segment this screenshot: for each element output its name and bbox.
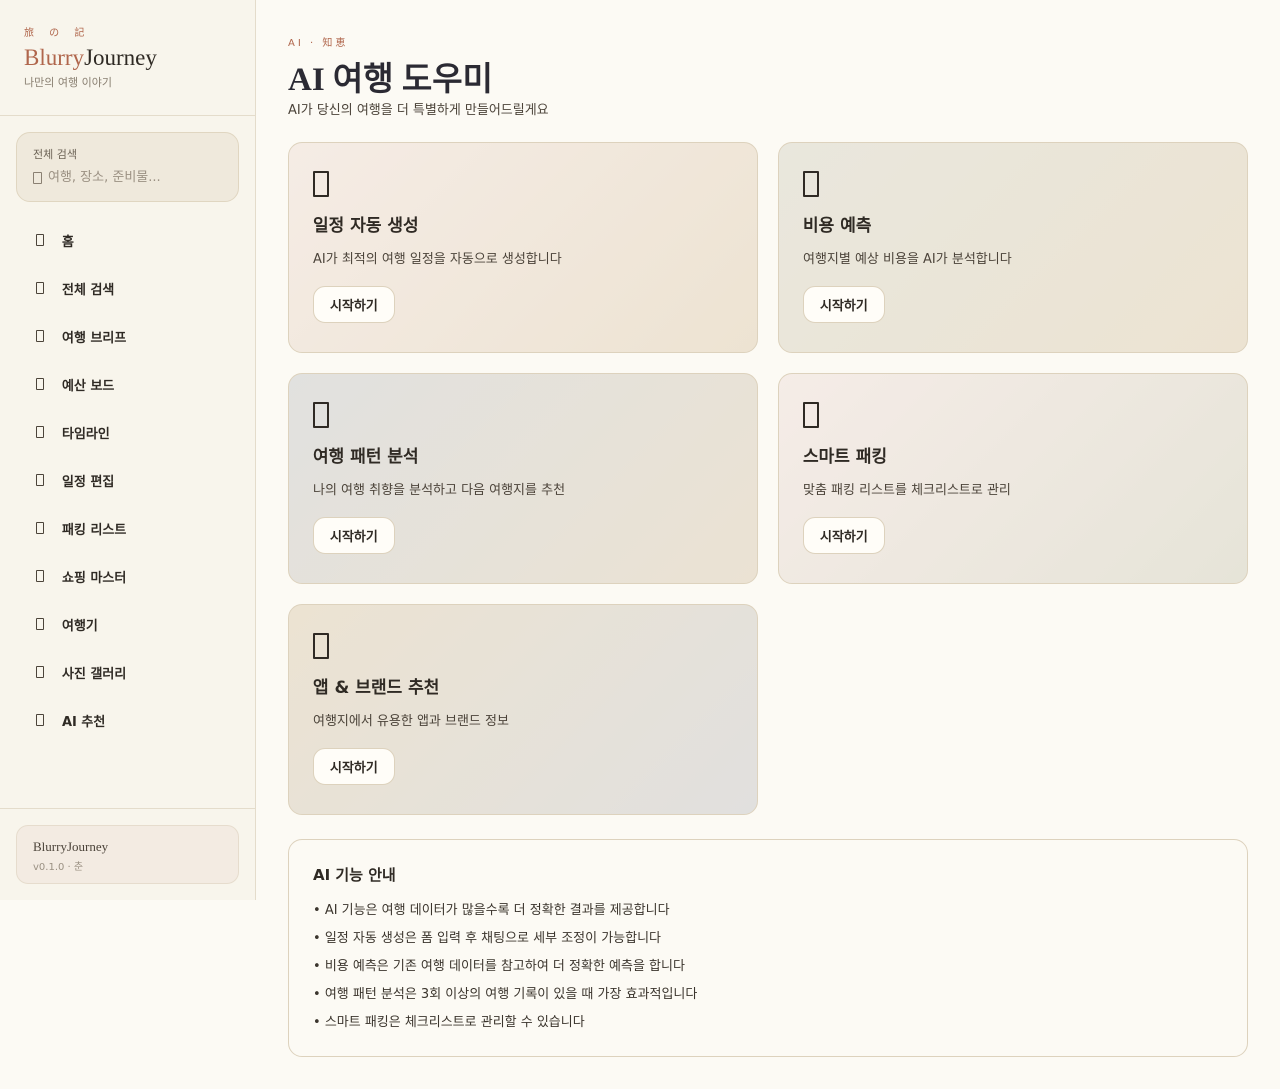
- feature-card-packing: 스마트 패킹 맞춤 패킹 리스트를 체크리스트로 관리 시작하기: [778, 373, 1248, 584]
- sidebar-item-label: 사진 갤러리: [62, 666, 127, 682]
- feature-card-apps: 앱 & 브랜드 추천 여행지에서 유용한 앱과 브랜드 정보 시작하기: [288, 604, 758, 815]
- brand-name-accent: Blurry: [24, 45, 85, 70]
- brand-logo[interactable]: BlurryJourney: [24, 45, 157, 71]
- gallery-icon: [36, 666, 44, 678]
- ai-guide-panel: AI 기능 안내 AI 기능은 여행 데이터가 많을수록 더 정확한 결과를 제…: [288, 839, 1248, 1057]
- list-item: AI 기능은 여행 데이터가 많을수록 더 정확한 결과를 제공합니다: [313, 897, 1223, 925]
- start-button[interactable]: 시작하기: [313, 286, 395, 323]
- list-item: 일정 자동 생성은 폼 입력 후 채팅으로 세부 조정이 가능합니다: [313, 925, 1223, 953]
- sidebar-search: 전체 검색: [16, 132, 239, 202]
- guide-list: AI 기능은 여행 데이터가 많을수록 더 정확한 결과를 제공합니다 일정 자…: [313, 897, 1223, 1037]
- journal-icon: [36, 618, 44, 630]
- sidebar-item-packing[interactable]: 패킹 리스트: [16, 504, 239, 552]
- chart-icon: [313, 402, 329, 428]
- card-title: 앱 & 브랜드 추천: [313, 678, 440, 698]
- card-title: 비용 예측: [803, 216, 872, 236]
- sidebar-item-brief[interactable]: 여행 브리프: [16, 312, 239, 360]
- search-input[interactable]: [48, 170, 218, 185]
- sidebar-item-budget[interactable]: 예산 보드: [16, 360, 239, 408]
- calendar-icon: [313, 171, 329, 197]
- sidebar-item-label: 패킹 리스트: [62, 522, 127, 538]
- card-title: 스마트 패킹: [803, 447, 888, 467]
- start-button[interactable]: 시작하기: [803, 286, 885, 323]
- sidebar-item-search[interactable]: 전체 검색: [16, 264, 239, 312]
- brand-kicker: 旅 の 記: [24, 28, 91, 39]
- card-title: 여행 패턴 분석: [313, 447, 419, 467]
- search-row: [33, 170, 222, 185]
- sidebar-item-timeline[interactable]: 타임라인: [16, 408, 239, 456]
- card-description: 나의 여행 취향을 분석하고 다음 여행지를 추천: [313, 483, 566, 498]
- search-icon: [33, 171, 42, 184]
- sidebar-item-label: 여행 브리프: [62, 330, 127, 346]
- sidebar-divider: [0, 115, 255, 116]
- page-kicker: AI · 知恵: [288, 38, 349, 49]
- sidebar-item-label: 전체 검색: [62, 282, 115, 298]
- sidebar-item-label: 홈: [62, 234, 74, 250]
- sidebar-item-shopping[interactable]: 쇼핑 마스터: [16, 552, 239, 600]
- brief-icon: [36, 330, 44, 342]
- card-title: 일정 자동 생성: [313, 216, 419, 236]
- packing-icon: [36, 522, 44, 534]
- sidebar-item-label: 일정 편집: [62, 474, 115, 490]
- card-description: 맞춤 패킹 리스트를 체크리스트로 관리: [803, 483, 1011, 498]
- sidebar-nav: 홈 전체 검색 여행 브리프 예산 보드 타임라인 일정 편집 패킹 리스트 쇼…: [16, 216, 239, 744]
- search-label: 전체 검색: [33, 148, 77, 161]
- version-app-name: BlurryJourney: [33, 839, 109, 854]
- start-button[interactable]: 시작하기: [313, 517, 395, 554]
- version-text: v0.1.0 · 춘: [33, 862, 84, 873]
- sidebar-item-label: 쇼핑 마스터: [62, 570, 127, 586]
- ai-icon: [36, 714, 44, 726]
- luggage-icon: [803, 402, 819, 428]
- brand-tagline: 나만의 여행 이야기: [24, 76, 112, 89]
- list-item: 비용 예측은 기존 여행 데이터를 참고하여 더 정확한 예측을 합니다: [313, 953, 1223, 981]
- sidebar-divider: [0, 808, 255, 809]
- feature-card-pattern: 여행 패턴 분석 나의 여행 취향을 분석하고 다음 여행지를 추천 시작하기: [288, 373, 758, 584]
- shopping-icon: [36, 570, 44, 582]
- sidebar: 旅 の 記 BlurryJourney 나만의 여행 이야기 전체 검색 홈 전…: [0, 0, 256, 900]
- feature-card-cost: 비용 예측 여행지별 예상 비용을 AI가 분석합니다 시작하기: [778, 142, 1248, 353]
- sidebar-item-label: 여행기: [62, 618, 98, 634]
- feature-card-itinerary: 일정 자동 생성 AI가 최적의 여행 일정을 자동으로 생성합니다 시작하기: [288, 142, 758, 353]
- version-card: BlurryJourney v0.1.0 · 춘: [16, 825, 239, 884]
- sidebar-item-label: AI 추천: [62, 714, 106, 730]
- start-button[interactable]: 시작하기: [803, 517, 885, 554]
- sidebar-item-gallery[interactable]: 사진 갤러리: [16, 648, 239, 696]
- brand-name-rest: Journey: [84, 45, 157, 70]
- home-icon: [36, 234, 44, 246]
- sidebar-item-label: 예산 보드: [62, 378, 115, 394]
- phone-icon: [313, 633, 329, 659]
- card-description: AI가 최적의 여행 일정을 자동으로 생성합니다: [313, 252, 562, 267]
- sidebar-item-ai[interactable]: AI 추천: [16, 696, 239, 744]
- page-title: AI 여행 도우미: [288, 62, 493, 98]
- brand: 旅 の 記 BlurryJourney 나만의 여행 이야기: [24, 24, 157, 90]
- search-icon: [36, 282, 44, 294]
- start-button[interactable]: 시작하기: [313, 748, 395, 785]
- sidebar-item-home[interactable]: 홈: [16, 216, 239, 264]
- list-item: 여행 패턴 분석은 3회 이상의 여행 기록이 있을 때 가장 효과적입니다: [313, 981, 1223, 1009]
- budget-icon: [36, 378, 44, 390]
- card-description: 여행지에서 유용한 앱과 브랜드 정보: [313, 714, 509, 729]
- edit-icon: [36, 474, 44, 486]
- sidebar-item-label: 타임라인: [62, 426, 110, 442]
- guide-title: AI 기능 안내: [313, 866, 396, 884]
- page-subtitle: AI가 당신의 여행을 더 특별하게 만들어드릴게요: [288, 103, 549, 118]
- sidebar-item-edit[interactable]: 일정 편집: [16, 456, 239, 504]
- card-description: 여행지별 예상 비용을 AI가 분석합니다: [803, 252, 1012, 267]
- sidebar-item-journal[interactable]: 여행기: [16, 600, 239, 648]
- money-icon: [803, 171, 819, 197]
- timeline-icon: [36, 426, 44, 438]
- list-item: 스마트 패킹은 체크리스트로 관리할 수 있습니다: [313, 1009, 1223, 1037]
